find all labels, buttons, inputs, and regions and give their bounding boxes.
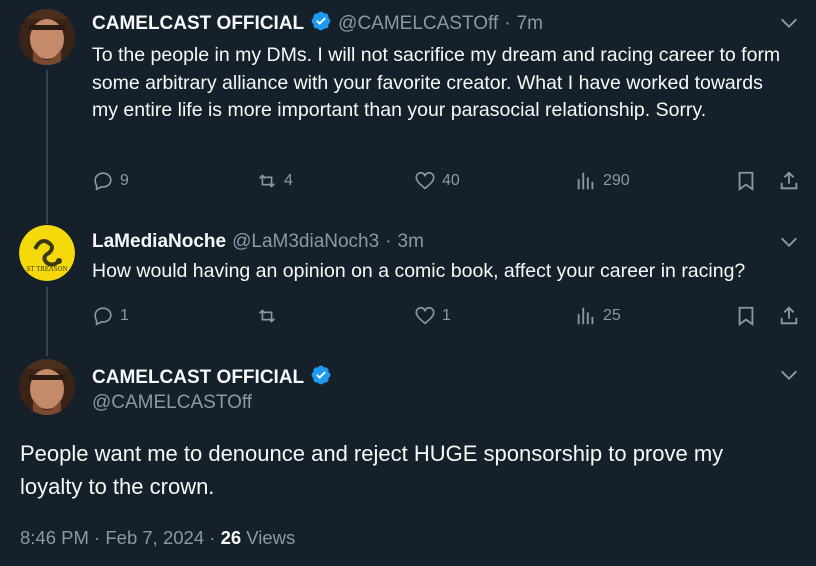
views-chart-icon bbox=[577, 307, 594, 325]
views-button[interactable]: 290 bbox=[575, 170, 630, 192]
like-button[interactable]: 40 bbox=[414, 170, 460, 192]
thread-line-2 bbox=[46, 287, 48, 356]
share-icon[interactable] bbox=[778, 170, 800, 197]
more-chevron-icon[interactable] bbox=[778, 12, 800, 39]
bookmark-icon[interactable] bbox=[735, 305, 757, 332]
separator-dot: · bbox=[209, 527, 216, 548]
post-date[interactable]: Feb 7, 2024 bbox=[105, 527, 204, 548]
reply-count: 1 bbox=[120, 307, 129, 324]
retweet-count: 4 bbox=[284, 172, 293, 189]
like-count: 1 bbox=[442, 307, 451, 324]
separator-dot: · bbox=[504, 12, 511, 34]
handle[interactable]: @CAMELCASTOff bbox=[338, 13, 498, 35]
avatar-caption: ST TREASON bbox=[26, 266, 68, 273]
reply-count: 9 bbox=[120, 172, 129, 189]
thread-line bbox=[46, 70, 48, 224]
heart-icon bbox=[415, 171, 435, 190]
separator-dot: · bbox=[94, 527, 101, 548]
like-button[interactable]: 1 bbox=[414, 305, 451, 327]
tweet2-header: LaMediaNoche @LaM3diaNoch3 · 3m bbox=[92, 231, 424, 253]
more-chevron-icon[interactable] bbox=[778, 231, 800, 258]
reply-button[interactable]: 9 bbox=[92, 170, 129, 192]
display-name[interactable]: CAMELCAST OFFICIAL bbox=[92, 13, 304, 35]
retweet-icon bbox=[259, 309, 275, 323]
views-count: 290 bbox=[603, 172, 630, 189]
views-button[interactable]: 25 bbox=[575, 305, 621, 327]
avatar-lamedianoche[interactable]: ST TREASON bbox=[19, 225, 75, 281]
reply-button[interactable]: 1 bbox=[92, 305, 129, 327]
reply-icon bbox=[94, 172, 112, 191]
verified-badge-icon bbox=[310, 364, 332, 391]
post-time[interactable]: 8:46 PM bbox=[20, 527, 89, 548]
handle[interactable]: @CAMELCASTOff bbox=[92, 392, 252, 414]
views-label: Views bbox=[246, 527, 296, 548]
tweet2-text: How would having an opinion on a comic b… bbox=[92, 260, 746, 282]
retweet-button[interactable] bbox=[256, 305, 284, 327]
tweet1-header: CAMELCAST OFFICIAL @CAMELCASTOff · 7m bbox=[92, 10, 543, 37]
views-chart-icon bbox=[577, 172, 594, 190]
like-count: 40 bbox=[442, 172, 460, 189]
more-chevron-icon[interactable] bbox=[778, 364, 800, 391]
separator-dot: · bbox=[385, 231, 392, 252]
views-count: 25 bbox=[603, 307, 621, 324]
tweet1-text: To the people in my DMs. I will not sacr… bbox=[92, 44, 781, 121]
verified-badge-icon bbox=[310, 10, 332, 37]
reply-icon bbox=[94, 307, 112, 326]
display-name[interactable]: LaMediaNoche bbox=[92, 231, 226, 253]
tweet3-name-row: CAMELCAST OFFICIAL bbox=[92, 364, 332, 391]
heart-icon bbox=[415, 306, 435, 325]
avatar-camelcast[interactable] bbox=[19, 9, 75, 65]
retweet-icon bbox=[259, 174, 275, 188]
tweet3-text: People want me to denounce and reject HU… bbox=[20, 441, 724, 499]
display-name[interactable]: CAMELCAST OFFICIAL bbox=[92, 367, 304, 389]
tweet-timestamp-footer: 8:46 PM · Feb 7, 2024 · 26 Views bbox=[20, 527, 295, 549]
handle[interactable]: @LaM3diaNoch3 bbox=[232, 231, 379, 253]
avatar-camelcast[interactable] bbox=[19, 359, 75, 415]
timestamp[interactable]: 3m bbox=[398, 231, 424, 253]
views-count: 26 bbox=[220, 527, 242, 548]
bookmark-icon[interactable] bbox=[735, 170, 757, 197]
share-icon[interactable] bbox=[778, 305, 800, 332]
timestamp[interactable]: 7m bbox=[517, 13, 543, 35]
retweet-button[interactable]: 4 bbox=[256, 170, 293, 192]
